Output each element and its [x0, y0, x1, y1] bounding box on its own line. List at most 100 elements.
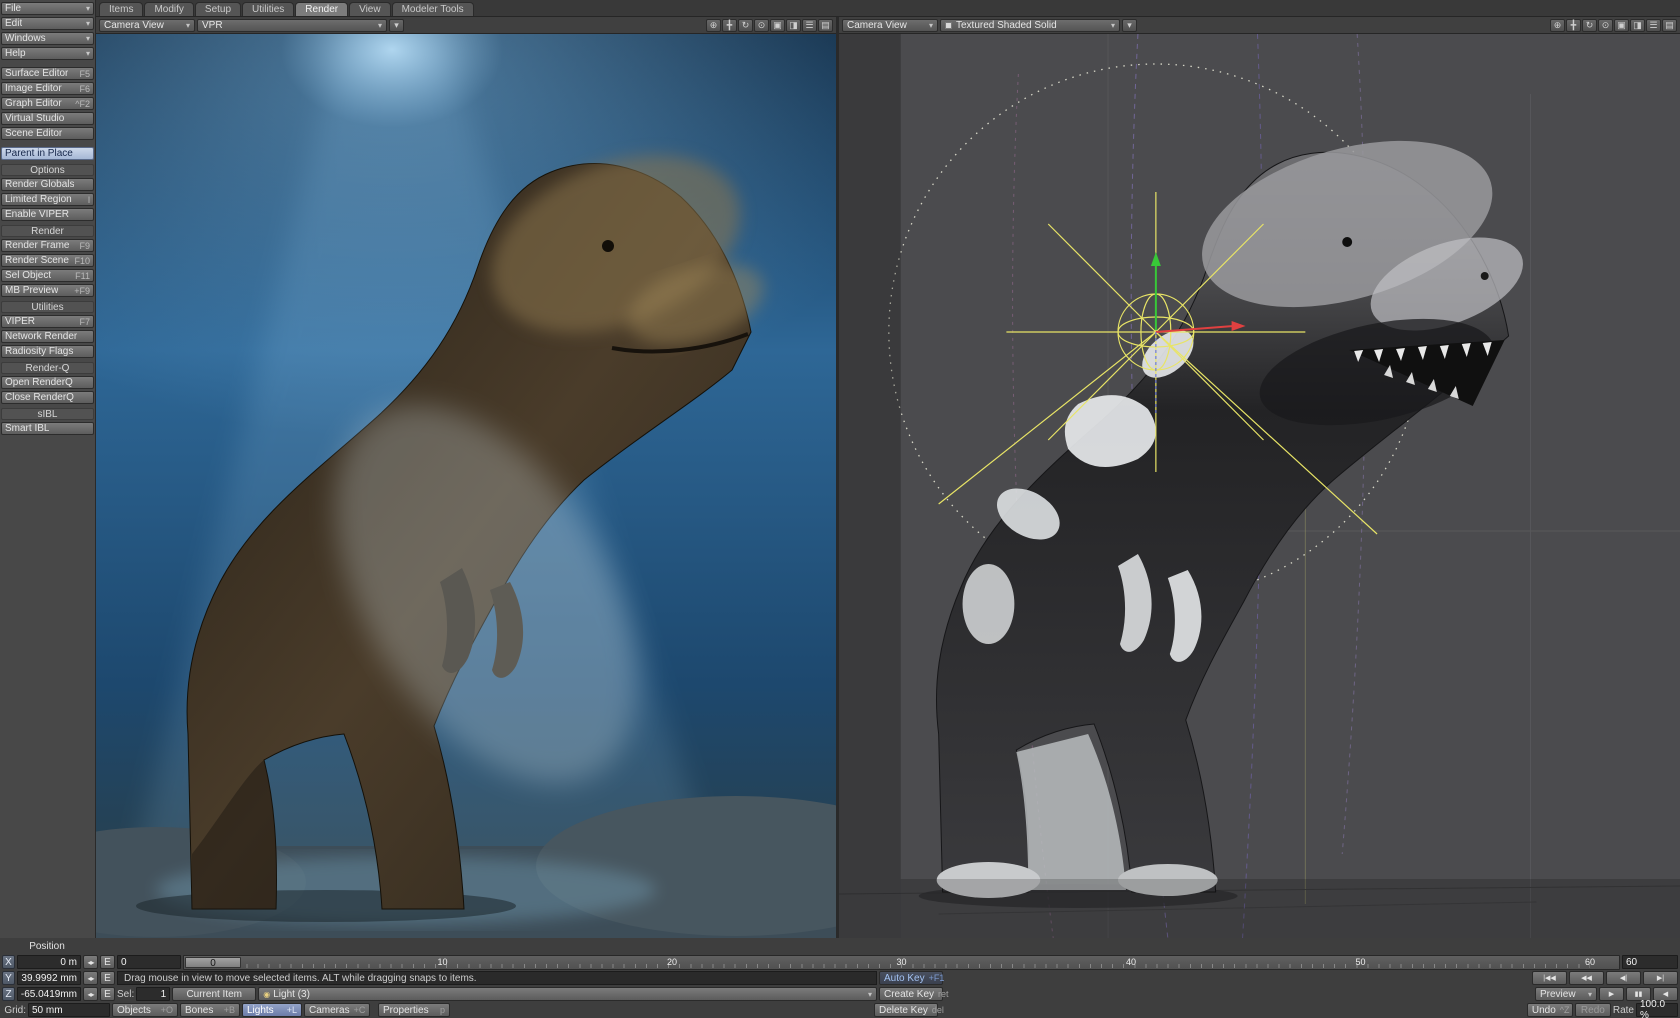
step-back-button[interactable]: ◀| — [1606, 971, 1641, 985]
undo-button[interactable]: Undo^Z — [1527, 1003, 1573, 1017]
orbit-view-icon[interactable]: ↻ — [738, 19, 753, 32]
center-view-icon[interactable]: ⊕ — [1550, 19, 1565, 32]
top-tab-bar: Items Modify Setup Utilities Render View… — [96, 0, 1680, 17]
list-view-icon[interactable]: ☰ — [802, 19, 817, 32]
prev-key-button[interactable]: ◀◀ — [1569, 971, 1604, 985]
menu-windows[interactable]: Windows▾ — [1, 32, 94, 45]
graph-editor-button[interactable]: Graph Editor^F2 — [1, 97, 94, 110]
tab-render[interactable]: Render — [295, 2, 348, 16]
virtual-studio-button[interactable]: Virtual Studio — [1, 112, 94, 125]
pan-view-icon[interactable]: ╋ — [722, 19, 737, 32]
scene-editor-button[interactable]: Scene Editor — [1, 127, 94, 140]
current-item-dropdown[interactable]: ◉ Light (3) ▾ — [258, 987, 877, 1001]
y-spinner[interactable]: ◂▸ — [83, 971, 98, 985]
menu-edit[interactable]: Edit▾ — [1, 17, 94, 30]
image-editor-button[interactable]: Image EditorF6 — [1, 82, 94, 95]
preview-dropdown[interactable]: Preview▾ — [1535, 987, 1597, 1001]
opengl-canvas[interactable] — [839, 34, 1680, 938]
toggle-lights[interactable]: Lights+L — [242, 1003, 302, 1017]
shade-toggle-icon[interactable]: ◨ — [786, 19, 801, 32]
chevron-down-icon: ▾ — [1588, 990, 1592, 999]
tab-items[interactable]: Items — [99, 2, 143, 16]
smart-ibl-button[interactable]: Smart IBL — [1, 422, 94, 435]
right-render-mode-dropdown[interactable]: Textured Shaded Solid▾ — [940, 19, 1120, 32]
shade-toggle-icon[interactable]: ◨ — [1630, 19, 1645, 32]
viewport-options-arrow[interactable]: ▾ — [389, 19, 404, 32]
sel-count-field[interactable]: 1 — [136, 987, 170, 1001]
close-renderq-button[interactable]: Close RenderQ — [1, 391, 94, 404]
panel-menu-icon[interactable]: ▤ — [1662, 19, 1677, 32]
center-view-icon[interactable]: ⊕ — [706, 19, 721, 32]
chevron-down-icon: ▾ — [86, 34, 90, 43]
tab-setup[interactable]: Setup — [195, 2, 241, 16]
vpr-render-canvas[interactable] — [96, 34, 836, 938]
x-spinner[interactable]: ◂▸ — [83, 955, 98, 969]
tab-view[interactable]: View — [349, 2, 391, 16]
create-key-button[interactable]: Create Key ret — [879, 987, 943, 1001]
shade-mode-chip — [945, 22, 952, 29]
z-envelope-button[interactable]: E — [100, 987, 115, 1001]
render-globals-button[interactable]: Render Globals — [1, 178, 94, 191]
panel-menu-icon[interactable]: ▤ — [818, 19, 833, 32]
auto-key-button[interactable]: Auto Key +F1 — [879, 971, 943, 985]
render-frame-button[interactable]: Render FrameF9 — [1, 239, 94, 252]
z-spinner[interactable]: ◂▸ — [83, 987, 98, 1001]
viewport-options-arrow[interactable]: ▾ — [1122, 19, 1137, 32]
grid-label: Grid: — [2, 1005, 26, 1016]
toggle-cameras[interactable]: Cameras+C — [304, 1003, 370, 1017]
first-frame-field[interactable]: 0 — [117, 955, 181, 969]
orbit-view-icon[interactable]: ↻ — [1582, 19, 1597, 32]
left-render-mode-dropdown[interactable]: VPR▾ — [197, 19, 387, 32]
maximize-viewport-icon[interactable]: ▣ — [770, 19, 785, 32]
zoom-view-icon[interactable]: ⊙ — [754, 19, 769, 32]
section-title-options: Options — [1, 164, 94, 176]
y-envelope-button[interactable]: E — [100, 971, 115, 985]
x-value-field[interactable]: 0 m — [17, 955, 81, 969]
tab-modeler-tools[interactable]: Modeler Tools — [392, 2, 474, 16]
chevron-down-icon: ▾ — [1111, 21, 1115, 30]
section-title-utilities: Utilities — [1, 301, 94, 313]
toggle-bones[interactable]: Bones+B — [180, 1003, 240, 1017]
timeline-handle[interactable]: 0 — [185, 957, 241, 968]
section-title-sibl: sIBL — [1, 408, 94, 420]
y-value-field[interactable]: 39.9992 mm — [17, 971, 81, 985]
x-envelope-button[interactable]: E — [100, 955, 115, 969]
chevron-down-icon: ▾ — [378, 21, 382, 30]
position-label-row: Position — [2, 938, 1678, 954]
limited-region-button[interactable]: Limited Regionl — [1, 193, 94, 206]
status-row: Y 39.9992 mm ◂▸ E Drag mouse in view to … — [2, 970, 1678, 986]
radiosity-flags-button[interactable]: Radiosity Flags — [1, 345, 94, 358]
play-button[interactable]: ▶ — [1599, 987, 1624, 1001]
tab-utilities[interactable]: Utilities — [242, 2, 294, 16]
sel-object-button[interactable]: Sel ObjectF11 — [1, 269, 94, 282]
surface-editor-button[interactable]: Surface EditorF5 — [1, 67, 94, 80]
enable-viper-button[interactable]: Enable VIPER — [1, 208, 94, 221]
step-forward-button[interactable]: ▶| — [1643, 971, 1678, 985]
sidebar: File▾ Edit▾ Windows▾ Help▾ Surface Edito… — [0, 0, 96, 938]
current-item-row: Z -65.0419mm ◂▸ E Sel: 1 Current Item ◉ … — [2, 986, 1678, 1002]
maximize-viewport-icon[interactable]: ▣ — [1614, 19, 1629, 32]
right-view-mode-dropdown[interactable]: Camera View▾ — [842, 19, 938, 32]
timeline-ruler[interactable]: 0 0 10 20 30 40 50 60 — [183, 955, 1620, 970]
parent-in-place-button[interactable]: Parent in Place — [1, 147, 94, 160]
last-frame-field[interactable]: 60 — [1622, 955, 1678, 969]
menu-help[interactable]: Help▾ — [1, 47, 94, 60]
z-value-field[interactable]: -65.0419mm — [17, 987, 81, 1001]
render-scene-button[interactable]: Render SceneF10 — [1, 254, 94, 267]
list-view-icon[interactable]: ☰ — [1646, 19, 1661, 32]
toggle-objects[interactable]: Objects+O — [112, 1003, 178, 1017]
network-render-button[interactable]: Network Render — [1, 330, 94, 343]
delete-key-button[interactable]: Delete Key del — [874, 1003, 938, 1017]
viper-button[interactable]: VIPERF7 — [1, 315, 94, 328]
goto-start-button[interactable]: |◀◀ — [1532, 971, 1567, 985]
redo-button[interactable]: Redo — [1575, 1003, 1611, 1017]
pan-view-icon[interactable]: ╋ — [1566, 19, 1581, 32]
open-renderq-button[interactable]: Open RenderQ — [1, 376, 94, 389]
rate-field[interactable]: 100.0 % — [1636, 1003, 1678, 1017]
menu-file[interactable]: File▾ — [1, 2, 94, 15]
left-view-mode-dropdown[interactable]: Camera View▾ — [99, 19, 195, 32]
zoom-view-icon[interactable]: ⊙ — [1598, 19, 1613, 32]
mb-preview-button[interactable]: MB Preview+F9 — [1, 284, 94, 297]
properties-button[interactable]: Propertiesp — [378, 1003, 450, 1017]
tab-modify[interactable]: Modify — [144, 2, 193, 16]
